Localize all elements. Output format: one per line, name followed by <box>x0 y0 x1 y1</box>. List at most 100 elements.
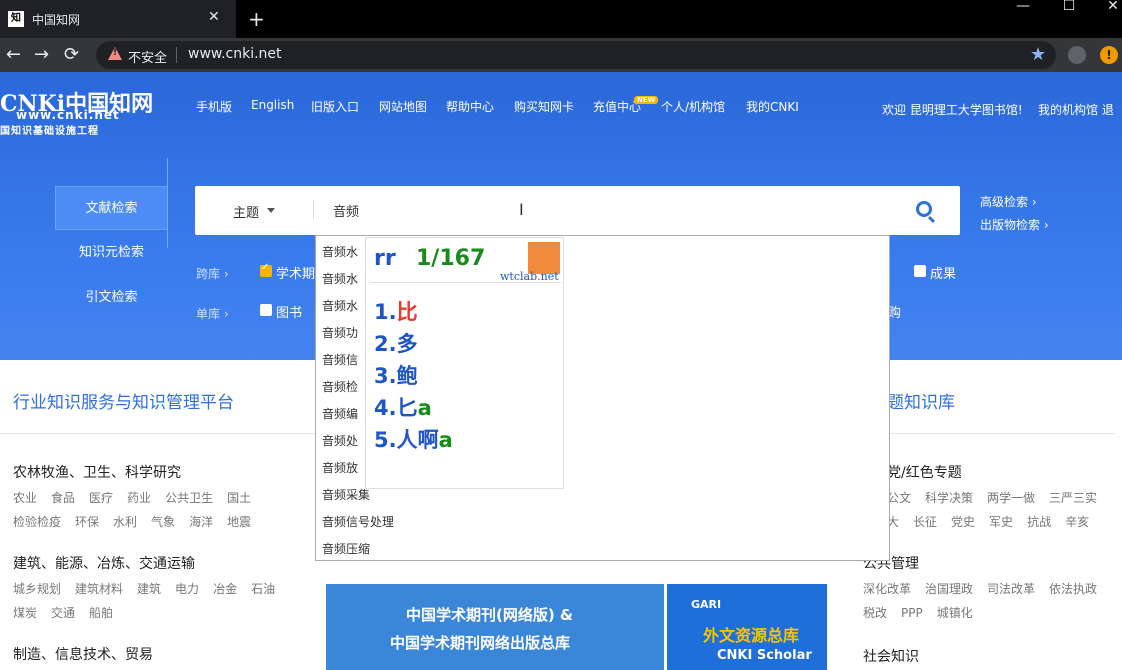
suggestion-item[interactable]: 音频处 <box>322 432 358 449</box>
ime-candidate[interactable]: 3.鲍 <box>374 360 418 390</box>
category-link[interactable]: 电力 <box>175 582 199 596</box>
category-link[interactable]: 交通 <box>51 606 75 620</box>
category-link[interactable]: 医疗 <box>89 491 113 505</box>
category-link[interactable]: 农业 <box>13 491 37 505</box>
ime-candidate[interactable]: 5.人啊a <box>374 424 453 454</box>
reload-icon[interactable]: ⟳ <box>64 44 79 65</box>
publication-search-link[interactable]: 出版物检索 › <box>980 216 1049 233</box>
my-org-link[interactable]: 我的机构馆 退 <box>1038 101 1114 118</box>
update-alert-icon[interactable]: ! <box>1100 46 1118 64</box>
suggestion-item[interactable]: 音频编 <box>322 405 358 422</box>
suggestion-item[interactable]: 音频采集 <box>322 486 370 503</box>
category-link[interactable]: 深化改革 <box>863 582 911 596</box>
suggestion-item[interactable]: 音频压缩 <box>322 540 370 557</box>
category-link[interactable]: 党史 <box>951 515 975 529</box>
search-field-select[interactable]: 主题 <box>233 202 259 221</box>
category-link[interactable]: 城镇化 <box>937 606 973 620</box>
category-link[interactable]: 公文 <box>887 491 911 505</box>
category-title[interactable]: 农林牧渔、卫生、科学研究 <box>13 462 181 482</box>
category-link[interactable]: 气象 <box>151 515 175 529</box>
category-link[interactable]: 水利 <box>113 515 137 529</box>
advanced-search-link[interactable]: 高级检索 › <box>980 193 1037 210</box>
category-link[interactable]: 公共卫生 <box>165 491 213 505</box>
warning-icon[interactable] <box>108 47 122 60</box>
omnibox[interactable]: 不安全 www.cnki.net ★ <box>96 41 1056 69</box>
category-link[interactable]: 建筑 <box>137 582 161 596</box>
category-link[interactable]: 税改 <box>863 606 887 620</box>
category-link[interactable]: 建筑材料 <box>75 582 123 596</box>
category-title[interactable]: 社会知识 <box>863 646 919 666</box>
suggestion-item[interactable]: 音频水 <box>322 270 358 287</box>
search-icon[interactable] <box>916 201 932 217</box>
nav-personal-library[interactable]: 个人/机构馆 <box>661 98 725 115</box>
nav-mobile[interactable]: 手机版 <box>196 98 232 115</box>
tab-citation-search[interactable]: 引文检索 <box>55 276 168 320</box>
category-link[interactable]: 司法改革 <box>987 582 1035 596</box>
category-link[interactable]: 辛亥 <box>1065 515 1089 529</box>
category-link[interactable]: 冶金 <box>213 582 237 596</box>
suggestion-item[interactable]: 音频信号处理 <box>322 513 394 530</box>
category-title[interactable]: 党/红色专题 <box>887 462 962 482</box>
category-title[interactable]: 建筑、能源、冶炼、交通运输 <box>13 553 195 573</box>
category-link[interactable]: 食品 <box>51 491 75 505</box>
suggestion-item[interactable]: 音频水 <box>322 297 358 314</box>
browser-tab[interactable]: 知 中国知网 ✕ <box>0 0 236 38</box>
scholar-banner[interactable]: GARI 外文资源总库 CNKI Scholar <box>667 584 827 670</box>
nav-english[interactable]: English <box>251 98 294 112</box>
category-link[interactable]: 依法执政 <box>1049 582 1097 596</box>
category-link[interactable]: 海洋 <box>189 515 213 529</box>
achievement-checkbox[interactable] <box>914 265 926 277</box>
industry-platform-title[interactable]: 行业知识服务与知识管理平台 <box>13 388 234 413</box>
nav-my-cnki[interactable]: 我的CNKI <box>746 98 799 115</box>
back-icon[interactable]: ← <box>6 44 21 65</box>
category-link[interactable]: 三严三实 <box>1049 491 1097 505</box>
ime-candidate[interactable]: 2.多 <box>374 328 418 358</box>
bookmark-star-icon[interactable]: ★ <box>1030 44 1046 65</box>
minimize-icon[interactable]: — <box>1000 0 1046 14</box>
category-link[interactable]: 国土 <box>227 491 251 505</box>
tab-knowledge-element-search[interactable]: 知识元检索 <box>55 231 168 275</box>
search-input[interactable]: 音频 <box>333 201 359 220</box>
nav-help[interactable]: 帮助中心 <box>446 98 494 115</box>
window-close-icon[interactable]: ✕ <box>1090 0 1122 14</box>
maximize-icon[interactable]: ☐ <box>1046 0 1092 14</box>
new-tab-icon[interactable]: + <box>248 7 265 31</box>
insecure-label[interactable]: 不安全 <box>128 47 167 66</box>
url-text[interactable]: www.cnki.net <box>188 46 282 62</box>
ime-candidate[interactable]: 4.匕a <box>374 392 432 422</box>
category-link[interactable]: 检验检疫 <box>13 515 61 529</box>
category-link[interactable]: 石油 <box>251 582 275 596</box>
topic-kb-title[interactable]: 题知识库 <box>887 388 955 413</box>
category-link[interactable]: 科学决策 <box>925 491 973 505</box>
category-link[interactable]: 城乡规划 <box>13 582 61 596</box>
profile-avatar-icon[interactable] <box>1068 46 1086 64</box>
category-link[interactable]: 抗战 <box>1027 515 1051 529</box>
ime-candidate[interactable]: 1.比 <box>374 296 418 326</box>
category-link[interactable]: 治国理政 <box>925 582 973 596</box>
suggestion-item[interactable]: 音频放 <box>322 459 358 476</box>
suggestion-item[interactable]: 音频水 <box>322 243 358 260</box>
category-link[interactable]: PPP <box>901 606 923 620</box>
forward-icon[interactable]: → <box>34 44 49 65</box>
journal-banner[interactable]: 中国学术期刊(网络版) & 中国学术期刊网络出版总库 <box>326 584 664 670</box>
category-link[interactable]: 船舶 <box>89 606 113 620</box>
close-tab-icon[interactable]: ✕ <box>208 9 220 25</box>
category-link[interactable]: 两学一做 <box>987 491 1035 505</box>
nav-buy-card[interactable]: 购买知网卡 <box>514 98 574 115</box>
tab-literature-search[interactable]: 文献检索 <box>55 186 168 230</box>
nav-old-version[interactable]: 旧版入口 <box>311 98 359 115</box>
suggestion-item[interactable]: 音频检 <box>322 378 358 395</box>
category-link[interactable]: 煤炭 <box>13 606 37 620</box>
suggestion-item[interactable]: 音频功 <box>322 324 358 341</box>
category-link[interactable]: 地震 <box>227 515 251 529</box>
category-title[interactable]: 制造、信息技术、贸易 <box>13 644 153 664</box>
category-link[interactable]: 环保 <box>75 515 99 529</box>
journal-checkbox[interactable] <box>260 262 272 277</box>
books-checkbox[interactable] <box>260 304 272 316</box>
category-link[interactable]: 药业 <box>127 491 151 505</box>
nav-sitemap[interactable]: 网站地图 <box>379 98 427 115</box>
suggestion-item[interactable]: 音频信 <box>322 351 358 368</box>
category-link[interactable]: 长征 <box>913 515 937 529</box>
chevron-down-icon[interactable] <box>267 208 275 213</box>
category-link[interactable]: 军史 <box>989 515 1013 529</box>
